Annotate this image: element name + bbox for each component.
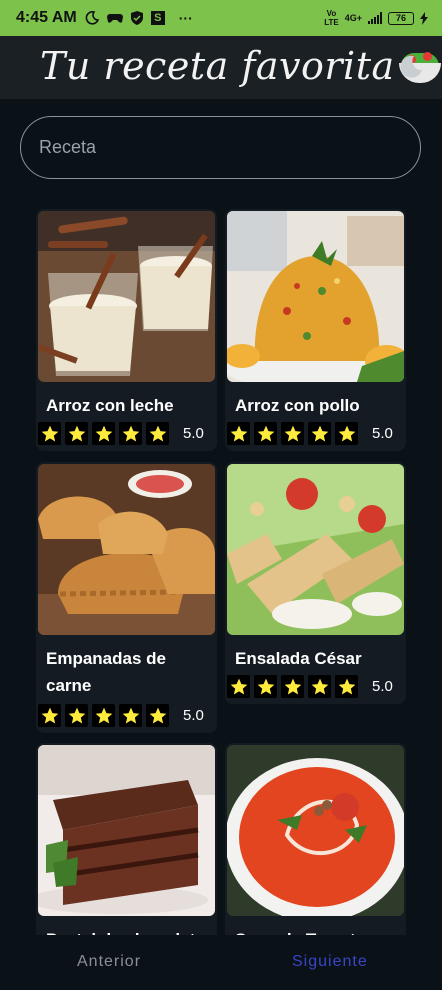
recipe-grid: Arroz con leche 5.0 Arroz con pollo 5.0 … bbox=[0, 200, 442, 935]
recipe-name: Sopa de Tomate bbox=[235, 926, 400, 935]
chocolate-cake-photo bbox=[38, 745, 215, 916]
gamepad-icon bbox=[106, 12, 123, 24]
rating-score: 5.0 bbox=[372, 678, 393, 695]
status-bar: 4:45 AM S ··· Vo LTE 4G+ 76 bbox=[0, 0, 442, 36]
recipe-name: Arroz con pollo bbox=[235, 396, 360, 415]
recipe-name: Pastel de chocolate bbox=[46, 926, 211, 935]
rice-pudding-photo bbox=[38, 211, 215, 382]
volte-top-label: Vo bbox=[326, 9, 337, 18]
tomato-soup-photo bbox=[227, 745, 404, 916]
rating: 5.0 bbox=[38, 704, 204, 727]
rating: 5.0 bbox=[227, 422, 393, 445]
recipe-card[interactable]: Arroz con leche 5.0 bbox=[36, 209, 217, 451]
status-time: 4:45 AM bbox=[16, 9, 77, 26]
star-icon bbox=[308, 675, 331, 698]
signal-icon bbox=[368, 12, 382, 24]
star-icon bbox=[335, 675, 358, 698]
battery-icon: 76 bbox=[388, 11, 414, 25]
rating-score: 5.0 bbox=[183, 425, 204, 442]
search-field[interactable] bbox=[20, 116, 421, 179]
theme-toggle-moon-icon[interactable] bbox=[398, 54, 424, 80]
chicken-rice-photo bbox=[227, 211, 404, 382]
star-icon bbox=[146, 704, 169, 727]
star-icon bbox=[227, 675, 250, 698]
moon-icon bbox=[85, 11, 99, 25]
caesar-salad-photo bbox=[227, 464, 404, 635]
next-page-button[interactable]: Siguiente bbox=[292, 953, 368, 971]
star-rating bbox=[227, 675, 358, 698]
recipe-card[interactable]: Arroz con pollo 5.0 bbox=[225, 209, 406, 451]
star-icon bbox=[281, 675, 304, 698]
app-title: Tu receta favorita! bbox=[40, 44, 442, 88]
star-icon bbox=[227, 422, 250, 445]
star-icon bbox=[119, 704, 142, 727]
network-label: 4G+ bbox=[344, 13, 362, 23]
star-rating bbox=[38, 704, 169, 727]
star-icon bbox=[38, 422, 61, 445]
recipe-name: Arroz con leche bbox=[46, 396, 174, 415]
volte-icon: Vo LTE bbox=[324, 9, 339, 27]
rating-score: 5.0 bbox=[372, 425, 393, 442]
rating-score: 5.0 bbox=[183, 707, 204, 724]
app-title-text: Tu receta favorita bbox=[40, 44, 395, 88]
previous-page-button[interactable]: Anterior bbox=[77, 953, 141, 971]
star-icon bbox=[308, 422, 331, 445]
recipe-card[interactable]: Sopa de Tomate bbox=[225, 743, 406, 935]
charging-icon bbox=[420, 11, 428, 25]
star-icon bbox=[335, 422, 358, 445]
star-icon bbox=[65, 704, 88, 727]
recipe-name: Ensalada César bbox=[235, 649, 362, 668]
star-rating bbox=[227, 422, 358, 445]
star-icon bbox=[65, 422, 88, 445]
rating: 5.0 bbox=[227, 675, 393, 698]
search-input[interactable] bbox=[39, 137, 402, 158]
star-icon bbox=[254, 675, 277, 698]
star-icon bbox=[119, 422, 142, 445]
star-icon bbox=[281, 422, 304, 445]
recipe-card[interactable]: Pastel de chocolate bbox=[36, 743, 217, 935]
star-icon bbox=[92, 422, 115, 445]
star-rating bbox=[38, 422, 169, 445]
more-icon: ··· bbox=[178, 10, 193, 26]
empanadas-photo bbox=[38, 464, 215, 635]
recipe-card[interactable]: Empanadas de carne 5.0 bbox=[36, 462, 217, 733]
star-icon bbox=[92, 704, 115, 727]
shield-icon bbox=[130, 11, 143, 25]
volte-bottom-label: LTE bbox=[324, 18, 339, 27]
s-app-icon: S bbox=[150, 11, 165, 25]
recipe-card[interactable]: Ensalada César 5.0 bbox=[225, 462, 406, 704]
star-icon bbox=[38, 704, 61, 727]
recipe-name: Empanadas de carne bbox=[46, 649, 166, 695]
app-header: Tu receta favorita! bbox=[0, 36, 442, 99]
star-icon bbox=[146, 422, 169, 445]
pagination-bar: Anterior Siguiente bbox=[0, 935, 442, 990]
rating: 5.0 bbox=[38, 422, 204, 445]
star-icon bbox=[254, 422, 277, 445]
